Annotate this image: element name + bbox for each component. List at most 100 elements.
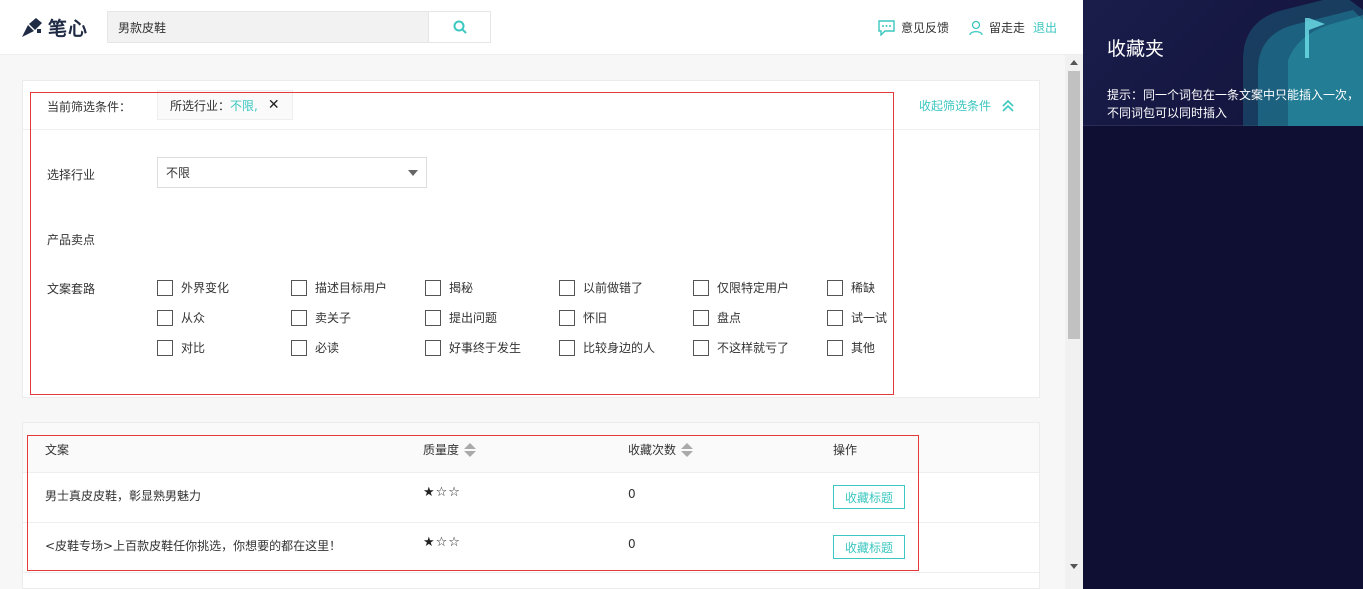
close-icon[interactable]: ✕ bbox=[268, 97, 280, 113]
chip-key: 所选行业： bbox=[170, 98, 231, 113]
checkbox-label: 怀旧 bbox=[583, 311, 608, 325]
quality-stars: ★☆☆ bbox=[423, 485, 461, 500]
checkbox-icon[interactable] bbox=[425, 309, 441, 326]
copy-route-label: 文案套路 bbox=[47, 282, 96, 296]
col-quality-label: 质量度 bbox=[423, 443, 460, 457]
col-fav-count[interactable]: 收藏次数 bbox=[628, 441, 694, 458]
copy-route-checkbox[interactable]: 仅限特定用户 bbox=[693, 279, 789, 296]
copy-route-checkbox[interactable]: 描述目标用户 bbox=[291, 279, 387, 296]
checkbox-icon[interactable] bbox=[291, 339, 307, 356]
checkbox-label: 不这样就亏了 bbox=[717, 341, 790, 355]
feedback-icon bbox=[878, 19, 895, 36]
checkbox-label: 必读 bbox=[315, 341, 340, 355]
checkbox-icon[interactable] bbox=[157, 339, 173, 356]
sort-icon[interactable] bbox=[681, 442, 694, 457]
user-menu[interactable]: 留走走 退出 bbox=[969, 19, 1057, 36]
col-copy: 文案 bbox=[45, 441, 69, 458]
checkbox-icon[interactable] bbox=[425, 339, 441, 356]
feedback-link[interactable]: 意见反馈 bbox=[878, 19, 949, 36]
search-input[interactable] bbox=[108, 12, 428, 42]
checkbox-label: 提出问题 bbox=[449, 311, 498, 325]
favorites-header: 收藏夹 提示：同一个词包在一条文案中只能插入一次，不同词包可以同时插入 bbox=[1083, 0, 1363, 126]
checkbox-label: 对比 bbox=[181, 341, 206, 355]
copy-route-checkbox[interactable]: 怀旧 bbox=[559, 309, 607, 326]
checkbox-icon[interactable] bbox=[157, 309, 173, 326]
favorites-panel: 收藏夹 提示：同一个词包在一条文案中只能插入一次，不同词包可以同时插入 bbox=[1083, 0, 1363, 589]
checkbox-icon[interactable] bbox=[559, 309, 575, 326]
filter-chip: 所选行业： 不限, ✕ bbox=[157, 90, 293, 120]
copy-route-checkbox[interactable]: 以前做错了 bbox=[559, 279, 643, 296]
copy-route-checkbox[interactable]: 必读 bbox=[291, 339, 339, 356]
checkbox-icon[interactable] bbox=[827, 279, 843, 296]
copy-route-checkbox[interactable]: 提出问题 bbox=[425, 309, 497, 326]
logout-link[interactable]: 退出 bbox=[1033, 19, 1057, 36]
checkbox-icon[interactable] bbox=[693, 309, 709, 326]
pen-logo-icon bbox=[22, 17, 42, 37]
collapse-filter-button[interactable]: 收起筛选条件 bbox=[919, 97, 1015, 114]
checkbox-label: 外界变化 bbox=[181, 281, 230, 295]
copy-route-checkbox[interactable]: 对比 bbox=[157, 339, 205, 356]
checkbox-label: 比较身边的人 bbox=[583, 341, 656, 355]
page-scrollbar[interactable] bbox=[1065, 55, 1083, 589]
chip-value: 不限, bbox=[230, 98, 258, 113]
checkbox-label: 仅限特定用户 bbox=[717, 281, 790, 295]
copy-route-checkbox[interactable]: 其他 bbox=[827, 339, 875, 356]
copy-route-checkbox[interactable]: 稀缺 bbox=[827, 279, 875, 296]
top-header: 笔心 意见反馈 留走走 退出 bbox=[0, 0, 1083, 55]
col-copy-label: 文案 bbox=[45, 443, 70, 457]
industry-label: 选择行业 bbox=[47, 168, 96, 182]
checkbox-icon[interactable] bbox=[425, 279, 441, 296]
industry-select[interactable]: 不限 bbox=[157, 157, 427, 188]
col-fav-count-label: 收藏次数 bbox=[628, 443, 677, 457]
copy-route-checkbox[interactable]: 盘点 bbox=[693, 309, 741, 326]
checkbox-label: 其他 bbox=[851, 341, 876, 355]
main-content: 当前筛选条件： 所选行业： 不限, ✕ 收起筛选条件 选择行业 不限 产品卖点 … bbox=[0, 55, 1065, 589]
scroll-thumb[interactable] bbox=[1068, 71, 1080, 339]
fav-count: 0 bbox=[628, 537, 636, 551]
copy-route-checkbox[interactable]: 卖关子 bbox=[291, 309, 351, 326]
username: 留走走 bbox=[988, 21, 1025, 35]
copy-route-checkbox[interactable]: 揭秘 bbox=[425, 279, 473, 296]
checkbox-icon[interactable] bbox=[559, 339, 575, 356]
search-bar bbox=[107, 11, 491, 43]
copy-route-checkbox[interactable]: 比较身边的人 bbox=[559, 339, 655, 356]
checkbox-icon[interactable] bbox=[827, 309, 843, 326]
user-icon bbox=[969, 20, 983, 35]
table-row: 男士真皮皮鞋，彰显熟男魅力 ★☆☆ 0 收藏标题 bbox=[23, 473, 1039, 523]
checkbox-icon[interactable] bbox=[291, 279, 307, 296]
checkbox-icon[interactable] bbox=[291, 309, 307, 326]
checkbox-icon[interactable] bbox=[827, 339, 843, 356]
sort-icon[interactable] bbox=[464, 442, 477, 457]
row-copy: 男士真皮皮鞋，彰显熟男魅力 bbox=[45, 489, 202, 503]
checkbox-icon[interactable] bbox=[559, 279, 575, 296]
col-quality[interactable]: 质量度 bbox=[423, 441, 477, 458]
checkbox-label: 描述目标用户 bbox=[315, 281, 388, 295]
copy-route-checkbox[interactable]: 从众 bbox=[157, 309, 205, 326]
filter-panel: 当前筛选条件： 所选行业： 不限, ✕ 收起筛选条件 选择行业 不限 产品卖点 … bbox=[22, 80, 1040, 398]
copy-route-checkbox[interactable]: 不这样就亏了 bbox=[693, 339, 789, 356]
scroll-up-icon[interactable] bbox=[1070, 60, 1078, 65]
checkbox-icon[interactable] bbox=[693, 279, 709, 296]
copy-route-checkbox[interactable]: 好事终于发生 bbox=[425, 339, 521, 356]
checkbox-label: 稀缺 bbox=[851, 281, 876, 295]
logo[interactable]: 笔心 bbox=[20, 14, 88, 41]
col-action: 操作 bbox=[833, 441, 857, 458]
checkbox-label: 试一试 bbox=[851, 311, 888, 325]
feedback-label: 意见反馈 bbox=[900, 21, 949, 35]
favorite-title-button[interactable]: 收藏标题 bbox=[833, 485, 905, 509]
checkbox-icon[interactable] bbox=[157, 279, 173, 296]
logo-text: 笔心 bbox=[48, 18, 89, 40]
checkbox-label: 以前做错了 bbox=[583, 281, 644, 295]
scroll-down-icon[interactable] bbox=[1070, 564, 1078, 569]
table-header: 文案 质量度 收藏次数 操作 bbox=[23, 423, 1039, 473]
favorite-title-button[interactable]: 收藏标题 bbox=[833, 535, 905, 559]
selling-point-label: 产品卖点 bbox=[47, 233, 96, 247]
search-button[interactable] bbox=[428, 12, 490, 42]
checkbox-icon[interactable] bbox=[693, 339, 709, 356]
current-filter-bar: 当前筛选条件： 所选行业： 不限, ✕ 收起筛选条件 bbox=[23, 81, 1039, 130]
chevron-double-up-icon bbox=[1002, 99, 1014, 112]
copy-route-checkbox[interactable]: 试一试 bbox=[827, 309, 887, 326]
copy-route-checkbox[interactable]: 外界变化 bbox=[157, 279, 229, 296]
search-icon bbox=[453, 20, 467, 34]
checkbox-label: 揭秘 bbox=[449, 281, 474, 295]
